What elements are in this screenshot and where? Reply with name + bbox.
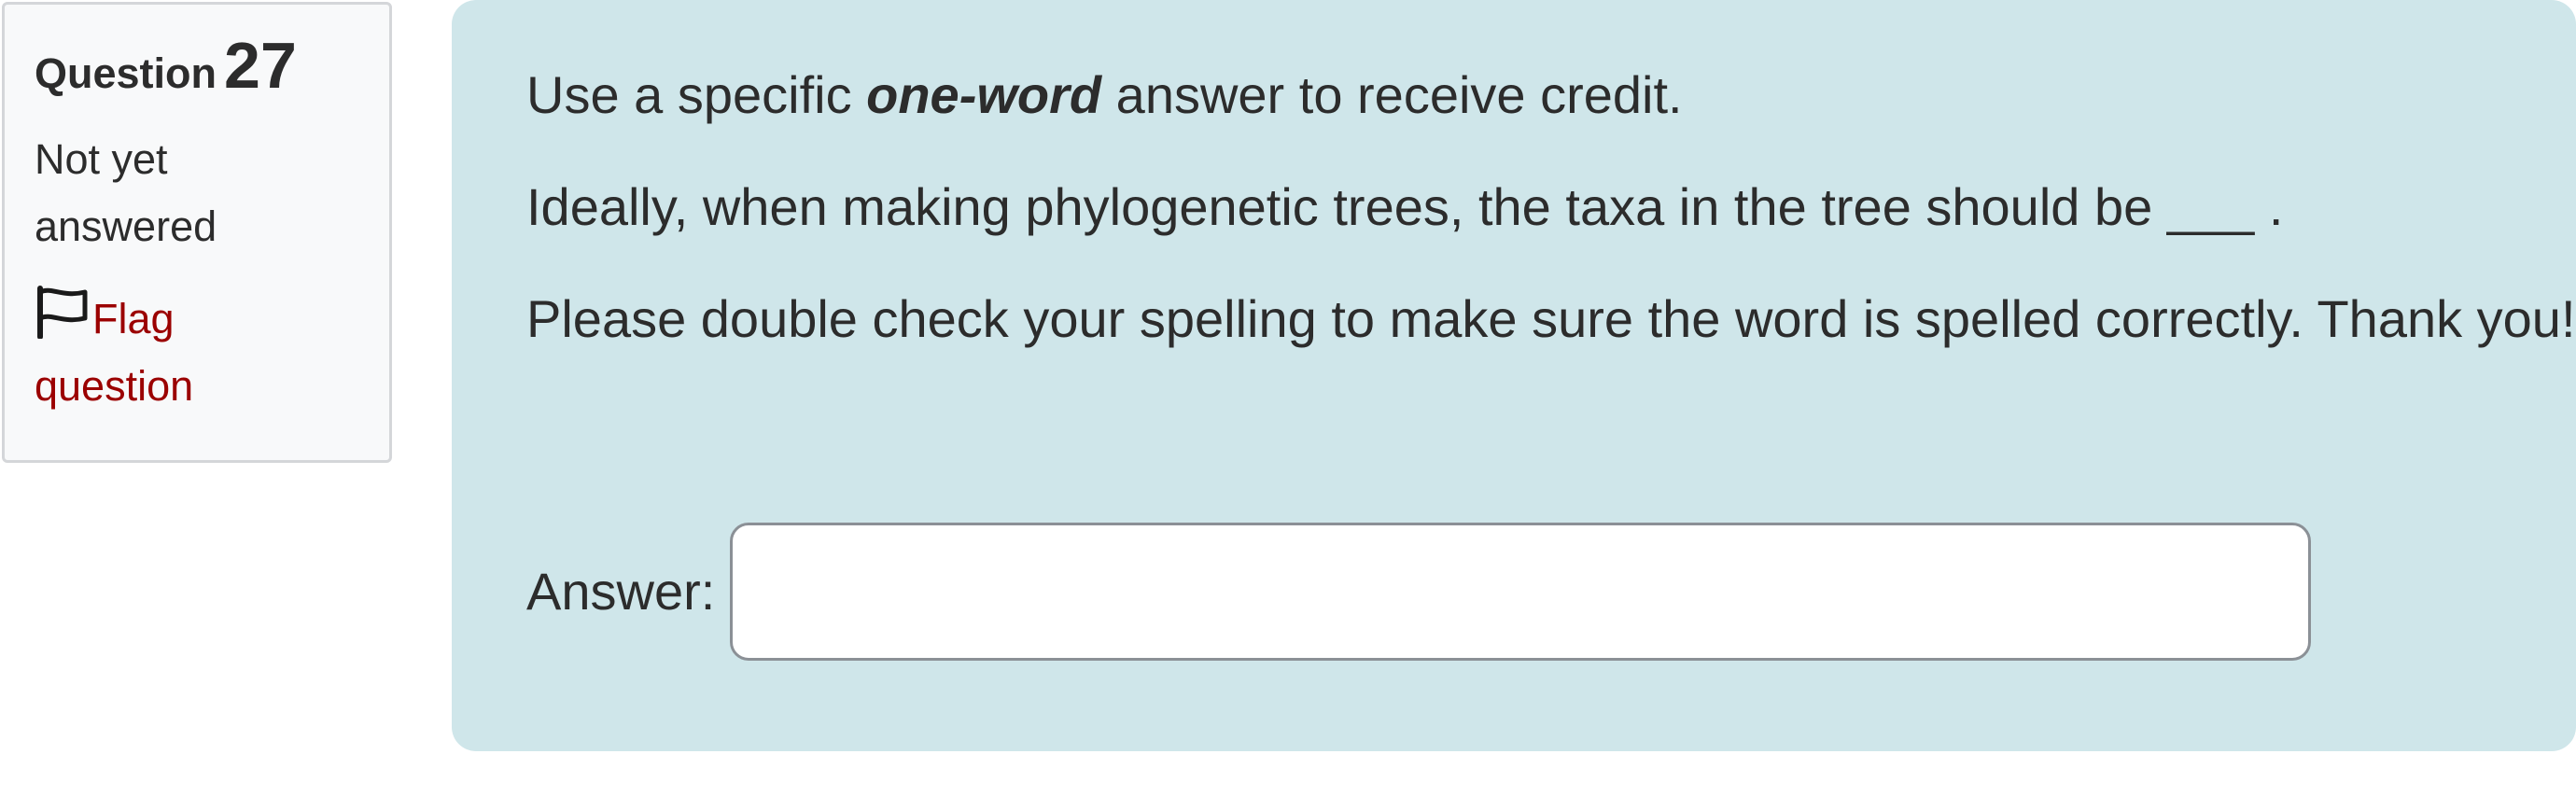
instruction-text: Use a specific one-word answer to receiv… xyxy=(526,54,2576,136)
instruction-after: answer to receive credit. xyxy=(1101,65,1683,124)
flag-icon[interactable] xyxy=(35,285,91,340)
question-label: Question xyxy=(35,49,217,97)
question-state: Not yet answered xyxy=(35,135,217,250)
instruction-emphasis: one-word xyxy=(866,65,1102,124)
flag-question-link[interactable]: Flag question xyxy=(35,285,268,420)
instruction-before: Use a specific xyxy=(526,65,867,124)
answer-label: Answer: xyxy=(526,562,716,621)
question-heading: Question 27 xyxy=(35,33,389,98)
answer-row: Answer: xyxy=(526,523,2312,661)
spelling-note: Please double check your spelling to mak… xyxy=(526,289,2576,348)
answer-input[interactable] xyxy=(730,523,2312,661)
question-prompt: Ideally, when making phylogenetic trees,… xyxy=(526,177,2284,236)
question-content: Use a specific one-word answer to receiv… xyxy=(452,0,2576,751)
question-number: 27 xyxy=(224,29,297,102)
question-info-box: Question 27 Not yet answered Flag questio… xyxy=(2,2,392,463)
